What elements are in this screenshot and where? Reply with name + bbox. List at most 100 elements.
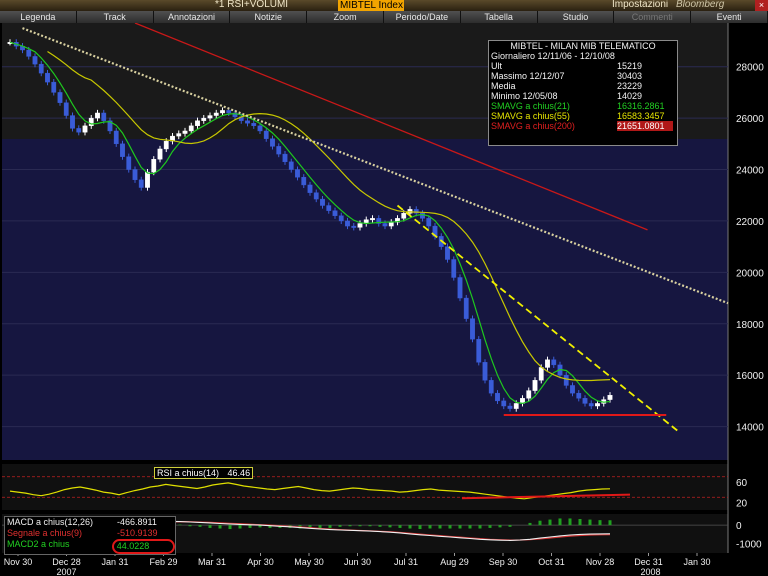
x-tick-label: May 30 bbox=[294, 557, 324, 567]
x-tick-label: Jan 31 bbox=[101, 557, 128, 567]
macd-legend: MACD a chius(12,26) -466.8911 Segnale a ch… bbox=[4, 516, 176, 555]
menu-item-studio[interactable]: Studio bbox=[537, 11, 615, 23]
candle-body bbox=[301, 177, 307, 186]
ticker-field[interactable]: MIBTEL Index bbox=[338, 0, 404, 11]
menu-item-zoom[interactable]: Zoom bbox=[307, 11, 384, 23]
macd-legend-label: MACD2 a chius bbox=[7, 539, 70, 549]
candle-body bbox=[251, 123, 257, 127]
x-tick-label: Feb 29 bbox=[149, 557, 177, 567]
legend-row: SMAVG a chius(21) 16316.2861 bbox=[489, 101, 677, 111]
candle-body bbox=[32, 56, 38, 65]
candle-body bbox=[457, 277, 463, 299]
price-tick-label: 20000 bbox=[736, 268, 764, 279]
x-tick-label: Apr 30 bbox=[247, 557, 274, 567]
menu-item-tabella[interactable]: Tabella bbox=[460, 11, 538, 23]
candle-body bbox=[176, 133, 182, 137]
x-tick-label: Nov 30 bbox=[4, 557, 33, 567]
candle-body bbox=[526, 390, 532, 399]
candle-body bbox=[607, 395, 613, 400]
menu-item-notizie[interactable]: Notizie bbox=[230, 11, 308, 23]
candle-body bbox=[313, 192, 319, 200]
x-tick-label: Dec 28 bbox=[52, 557, 81, 567]
candle-body bbox=[513, 403, 519, 409]
x-tick-label: Jun 30 bbox=[344, 557, 371, 567]
legend-row-label: SMAVG a chius(21) bbox=[491, 101, 570, 111]
legend-row-label: Media bbox=[491, 81, 516, 91]
macd-legend-row: MACD2 a chius 44.0228 bbox=[5, 539, 175, 554]
candle-body bbox=[451, 259, 457, 278]
x-year-label: 2008 bbox=[640, 567, 660, 576]
candle-body bbox=[326, 205, 332, 211]
candle-body bbox=[507, 405, 513, 409]
candle-body bbox=[126, 156, 132, 170]
candle-body bbox=[188, 125, 194, 132]
candle-body bbox=[370, 218, 375, 221]
rsi-label-text: RSI a chius(14) bbox=[157, 468, 220, 478]
candle-body bbox=[101, 112, 107, 121]
candle-body bbox=[207, 115, 213, 119]
candle-body bbox=[282, 153, 288, 163]
candle-body bbox=[132, 169, 138, 181]
candle-body bbox=[151, 159, 157, 173]
rsi-tick-label: 20 bbox=[736, 498, 748, 509]
macd-tick-label: -1000 bbox=[736, 540, 762, 551]
x-tick-label: Aug 29 bbox=[440, 557, 469, 567]
x-tick-label: Sep 30 bbox=[489, 557, 518, 567]
candle-body bbox=[120, 143, 125, 157]
candle-body bbox=[495, 392, 500, 402]
candle-body bbox=[570, 385, 575, 394]
menu-bar: Legenda Track Annotazioni Notizie Zoom Period… bbox=[0, 11, 768, 23]
candle-body bbox=[551, 359, 557, 366]
legend-row: Giornaliero 12/11/06 - 12/10/08 bbox=[489, 51, 677, 61]
legend-row: Minimo 12/05/08 14029 bbox=[489, 91, 677, 101]
candle-body bbox=[288, 161, 294, 170]
candle-body bbox=[263, 130, 269, 139]
candle-body bbox=[76, 128, 82, 133]
menu-item-periodo-date[interactable]: Periodo/Date bbox=[383, 11, 461, 23]
brand-logo: Bloomberg bbox=[676, 0, 725, 10]
menu-item-legenda[interactable]: Legenda bbox=[0, 11, 77, 23]
candle-body bbox=[270, 138, 275, 147]
candle-body bbox=[307, 184, 313, 193]
candle-body bbox=[195, 120, 200, 127]
candle-body bbox=[470, 318, 475, 340]
price-bg-lower bbox=[2, 139, 728, 460]
menu-item-annotazioni[interactable]: Annotazioni bbox=[153, 11, 231, 23]
candle-body bbox=[532, 380, 538, 391]
candle-body bbox=[357, 223, 363, 228]
menu-item-commenti[interactable]: Commenti bbox=[614, 11, 692, 23]
macd-legend-row: Segnale a chius(9) -510.9139 bbox=[5, 528, 175, 539]
legend-row-value: 30403 bbox=[617, 71, 643, 81]
legend-row-label: SMAVG a chius(200) bbox=[491, 121, 575, 131]
candle-body bbox=[163, 141, 169, 150]
candle-body bbox=[157, 148, 163, 160]
candle-body bbox=[213, 112, 219, 116]
macd-legend-value: 44.0228 bbox=[111, 539, 175, 554]
legend-row-value: 14029 bbox=[617, 91, 643, 101]
macd-legend-value: -466.8911 bbox=[117, 517, 157, 527]
settings-link[interactable]: Impostazioni bbox=[612, 0, 668, 10]
close-icon[interactable]: × bbox=[755, 0, 768, 11]
title-bar: *1 RSI+VOLUMI MIBTEL Index Impostazioni … bbox=[0, 0, 768, 11]
legend-row: Massimo 12/12/07 30403 bbox=[489, 71, 677, 81]
candle-body bbox=[563, 374, 569, 386]
candle-body bbox=[426, 218, 432, 227]
legend-row-label: Giornaliero 12/11/06 - 12/10/08 bbox=[491, 51, 615, 61]
candle-body bbox=[63, 102, 69, 116]
candle-body bbox=[26, 49, 32, 57]
candle-body bbox=[482, 362, 488, 381]
menu-item-eventi[interactable]: Eventi bbox=[691, 11, 768, 23]
candle-body bbox=[582, 398, 588, 404]
menu-item-track[interactable]: Track bbox=[76, 11, 154, 23]
candle-body bbox=[545, 359, 550, 368]
legend-title: MIBTEL - MILAN MIB TELEMATICO bbox=[510, 41, 656, 51]
candle-body bbox=[501, 400, 507, 407]
x-tick-label: Oct 31 bbox=[538, 557, 565, 567]
macd-legend-row: MACD a chius(12,26) -466.8911 bbox=[5, 517, 175, 528]
candle-body bbox=[182, 130, 188, 134]
macd-legend-value: -510.9139 bbox=[117, 528, 158, 538]
rsi-label: RSI a chius(14) 46.46 bbox=[154, 467, 254, 479]
macd-legend-label: MACD a chius(12,26) bbox=[7, 517, 94, 527]
candle-body bbox=[45, 72, 50, 83]
candle-body bbox=[138, 179, 144, 188]
